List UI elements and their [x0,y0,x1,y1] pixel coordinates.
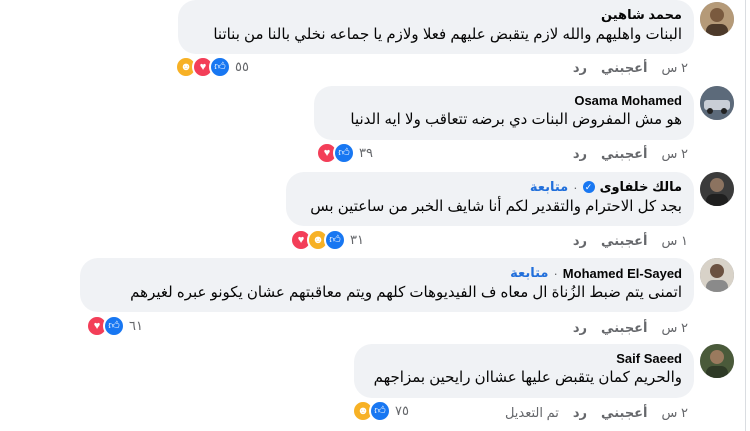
reaction-count: ٦١ [129,318,143,333]
comment-bubble: Mohamed El-Sayed · متابعة اتمنى يتم ضبط … [80,258,694,312]
comment-text: اتمنى يتم ضبط الزُناة ال معاه ف الفيديوه… [130,284,682,301]
comment-time[interactable]: ٢ س [662,405,688,421]
comment-actions: ٢ س أعجبني رد [573,145,688,163]
comment-actions: ٢ س أعجبني رد [573,319,688,337]
verified-badge-icon: ✓ [582,181,595,193]
like-icon: 👍︎ [369,400,391,422]
like-icon: 👍︎ [103,315,125,337]
avatar[interactable] [700,258,734,292]
comment-text: البنات واهليهم والله لازم يتقبض عليهم فع… [213,26,682,43]
comment-bubble: محمد شاهين البنات واهليهم والله لازم يتق… [178,0,694,54]
avatar-photo [700,258,734,292]
avatar[interactable] [700,172,734,206]
comment-text: هو مش المفروض البنات دي برضه تتعاقب ولا … [350,111,682,128]
comment-actions: ٢ س أعجبني رد تم التعديل [505,404,688,422]
avatar-photo [700,2,734,36]
like-button[interactable]: أعجبني [601,320,647,336]
avatar-photo [700,344,734,378]
reply-button[interactable]: رد [573,146,587,162]
like-button[interactable]: أعجبني [601,405,647,421]
like-button[interactable]: أعجبني [601,146,647,162]
reaction-summary[interactable]: ☻ 👍︎ ٧٥ [352,400,413,422]
follow-button[interactable]: متابعة [510,265,548,281]
avatar-photo [700,86,734,120]
separator-dot: · [553,265,558,281]
comment-time[interactable]: ٢ س [662,146,688,162]
reaction-summary[interactable]: ♥ ☻ 👍︎ ٣١ [290,229,368,251]
like-button[interactable]: أعجبني [601,60,647,76]
comment-author[interactable]: مالك خلفاوى [600,179,682,195]
comment-actions: ١ س أعجبني رد [573,232,688,250]
comment-author[interactable]: محمد شاهين [601,7,682,23]
comment-time[interactable]: ٢ س [662,60,688,76]
comment-author[interactable]: Osama Mohamed [574,93,682,108]
reaction-count: ٧٥ [395,403,409,418]
comment-time[interactable]: ١ س [662,233,688,249]
reply-button[interactable]: رد [573,405,587,421]
thread-line [745,0,746,431]
separator-dot: · [573,179,578,195]
like-button[interactable]: أعجبني [601,233,647,249]
edited-label: تم التعديل [504,405,559,420]
comment-bubble: Saif Saeed والحريم كمان يتقبض عليها عشاا… [354,344,694,398]
reaction-summary[interactable]: ♥ 👍︎ ٦١ [86,315,147,337]
reply-button[interactable]: رد [573,233,587,249]
reaction-count: ٣٩ [359,145,373,160]
comment-author[interactable]: Mohamed El-Sayed [563,266,682,281]
avatar[interactable] [700,2,734,36]
comment-text: بجد كل الاحترام والتقدير لكم أنا شايف ال… [310,198,682,215]
comment-bubble: Osama Mohamed هو مش المفروض البنات دي بر… [314,86,694,140]
comment-time[interactable]: ٢ س [662,320,688,336]
comment-actions: ٢ س أعجبني رد [573,59,688,77]
reaction-summary[interactable]: ♥ 👍︎ ٣٩ [316,142,377,164]
like-icon: 👍︎ [333,142,355,164]
avatar-photo [700,172,734,206]
comment-bubble: مالك خلفاوى ✓ · متابعة بجد كل الاحترام و… [286,172,694,226]
avatar[interactable] [700,86,734,120]
reaction-count: ٣١ [350,232,364,247]
reply-button[interactable]: رد [573,320,587,336]
reaction-summary[interactable]: ☻ ♥ 👍︎ ٥٥ [175,56,253,78]
like-icon: 👍︎ [209,56,231,78]
like-icon: 👍︎ [324,229,346,251]
follow-button[interactable]: متابعة [530,179,568,195]
comment-text: والحريم كمان يتقبض عليها عشاان رايحين بم… [373,369,682,386]
comment-author[interactable]: Saif Saeed [616,351,682,366]
reply-button[interactable]: رد [573,60,587,76]
avatar[interactable] [700,344,734,378]
reaction-count: ٥٥ [235,59,249,74]
